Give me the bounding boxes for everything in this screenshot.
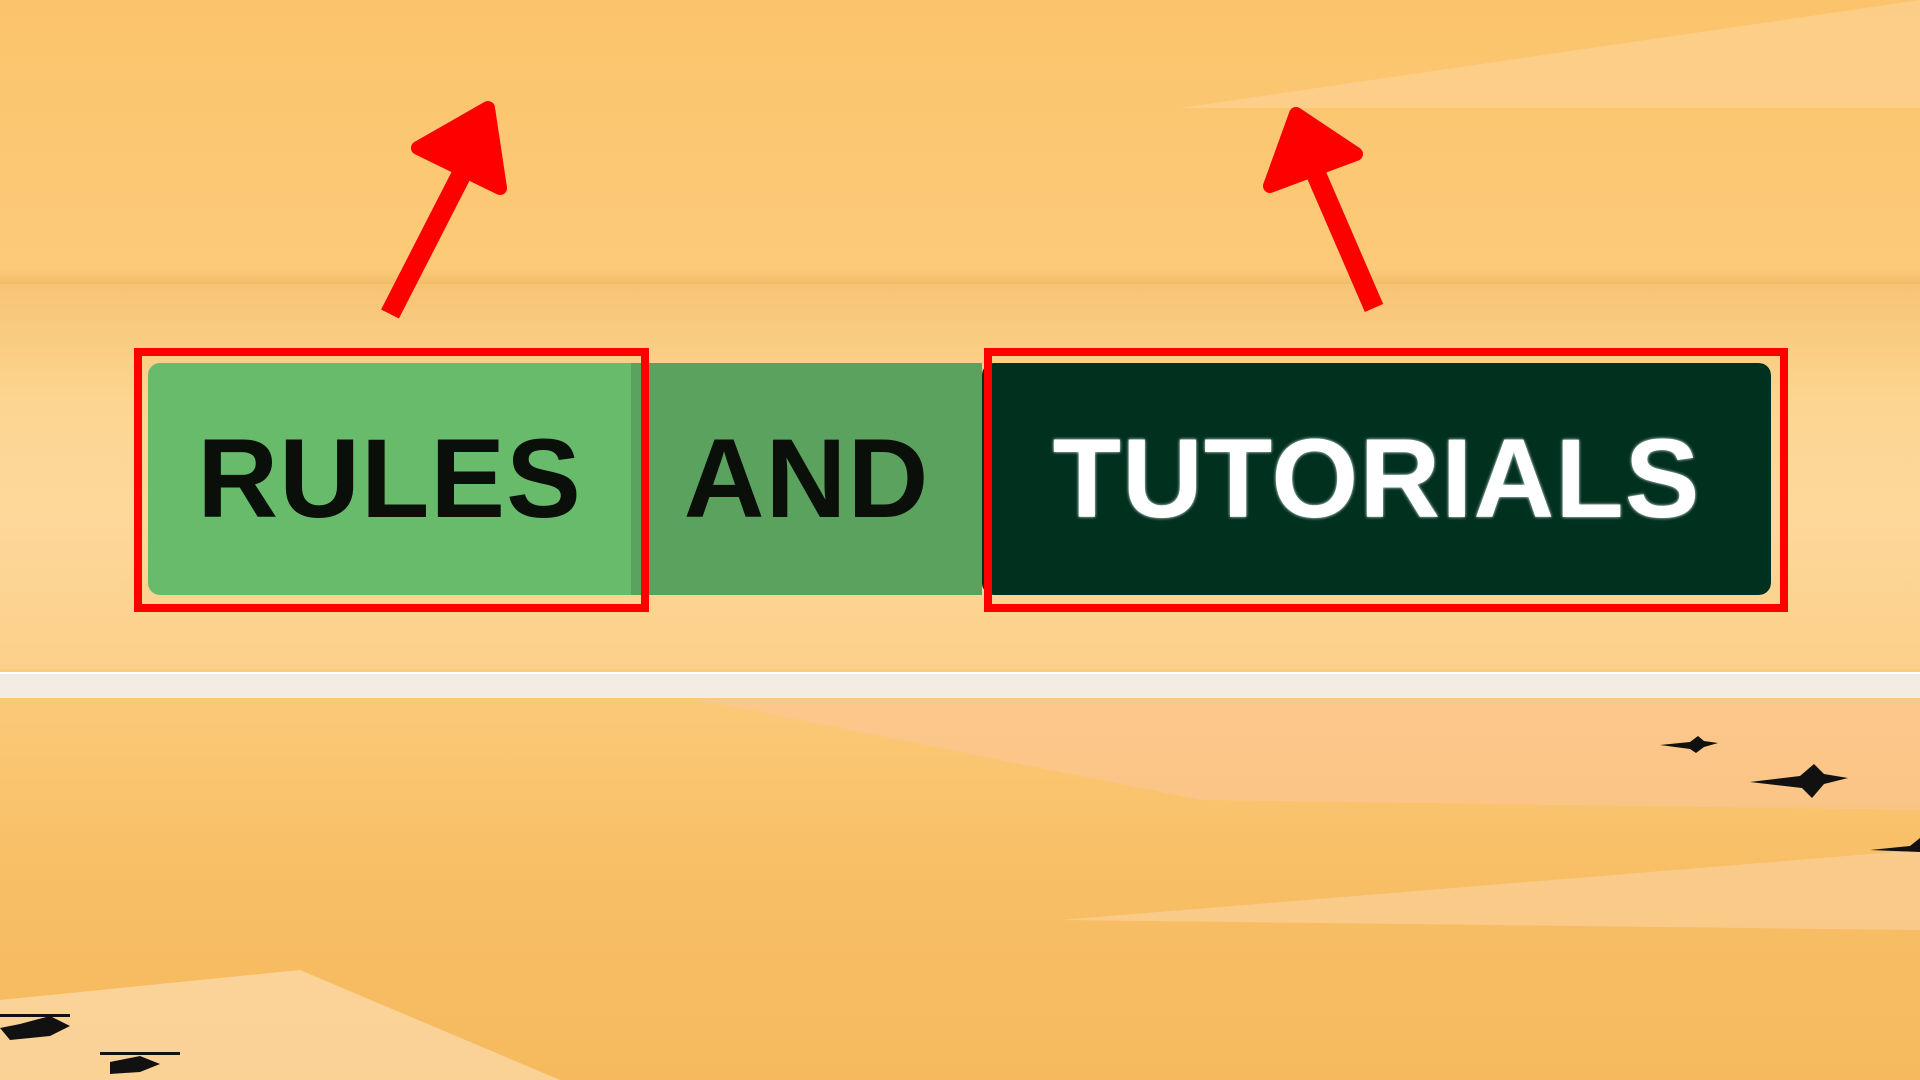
and-connector: AND — [631, 363, 982, 595]
title-banner: RULES AND TUTORIALS — [148, 363, 1771, 595]
rules-tab[interactable]: RULES — [148, 363, 631, 595]
page-canvas: RULES AND TUTORIALS — [0, 0, 1920, 1080]
section-divider — [0, 672, 1920, 698]
and-label: AND — [683, 416, 930, 541]
tutorials-label: TUTORIALS — [1052, 416, 1701, 541]
tutorials-tab[interactable]: TUTORIALS — [982, 363, 1771, 595]
rules-label: RULES — [197, 416, 582, 541]
